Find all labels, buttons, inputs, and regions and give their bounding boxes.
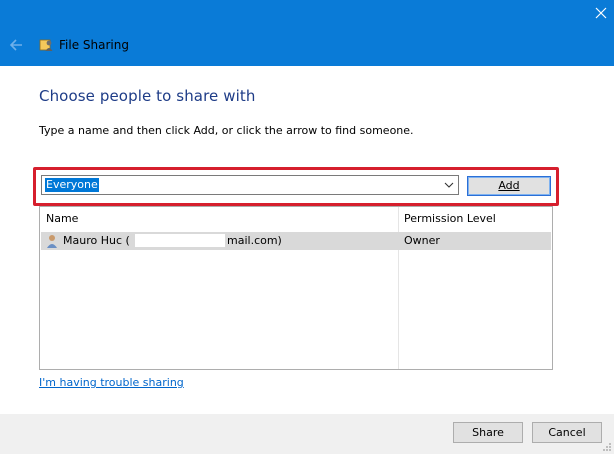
- user-icon: [47, 235, 57, 248]
- window-title: File Sharing: [59, 38, 129, 52]
- cancel-button[interactable]: Cancel: [532, 422, 602, 443]
- back-arrow-icon[interactable]: [7, 36, 25, 54]
- name-combobox[interactable]: Everyone: [41, 175, 459, 195]
- resize-grip-icon[interactable]: [602, 442, 612, 452]
- file-sharing-icon: [39, 39, 53, 51]
- sharing-list[interactable]: Name Permission Level Mauro Huc ( mail.c…: [39, 206, 553, 370]
- share-button-label: Share: [472, 426, 504, 439]
- user-email-suffix: mail.com): [227, 234, 282, 247]
- redacted-area: [135, 234, 225, 247]
- close-icon[interactable]: [594, 6, 608, 20]
- title-bar: File Sharing: [0, 0, 614, 66]
- column-header-name[interactable]: Name: [46, 212, 78, 226]
- instruction-text: Type a name and then click Add, or click…: [39, 124, 414, 137]
- user-permission[interactable]: Owner: [404, 234, 440, 248]
- footer-bar: Share Cancel: [0, 414, 614, 454]
- add-button[interactable]: Add: [467, 176, 551, 196]
- share-button[interactable]: Share: [453, 422, 523, 443]
- column-header-permission[interactable]: Permission Level: [404, 212, 496, 226]
- combobox-value[interactable]: Everyone: [45, 178, 99, 192]
- table-row[interactable]: Mauro Huc ( mail.com) Owner: [41, 232, 551, 250]
- trouble-sharing-link[interactable]: I'm having trouble sharing: [39, 376, 184, 390]
- user-name: Mauro Huc (: [63, 234, 130, 247]
- page-heading: Choose people to share with: [39, 87, 256, 105]
- chevron-down-icon[interactable]: [444, 181, 454, 189]
- add-button-label: Add: [498, 179, 520, 192]
- cancel-button-label: Cancel: [548, 426, 586, 439]
